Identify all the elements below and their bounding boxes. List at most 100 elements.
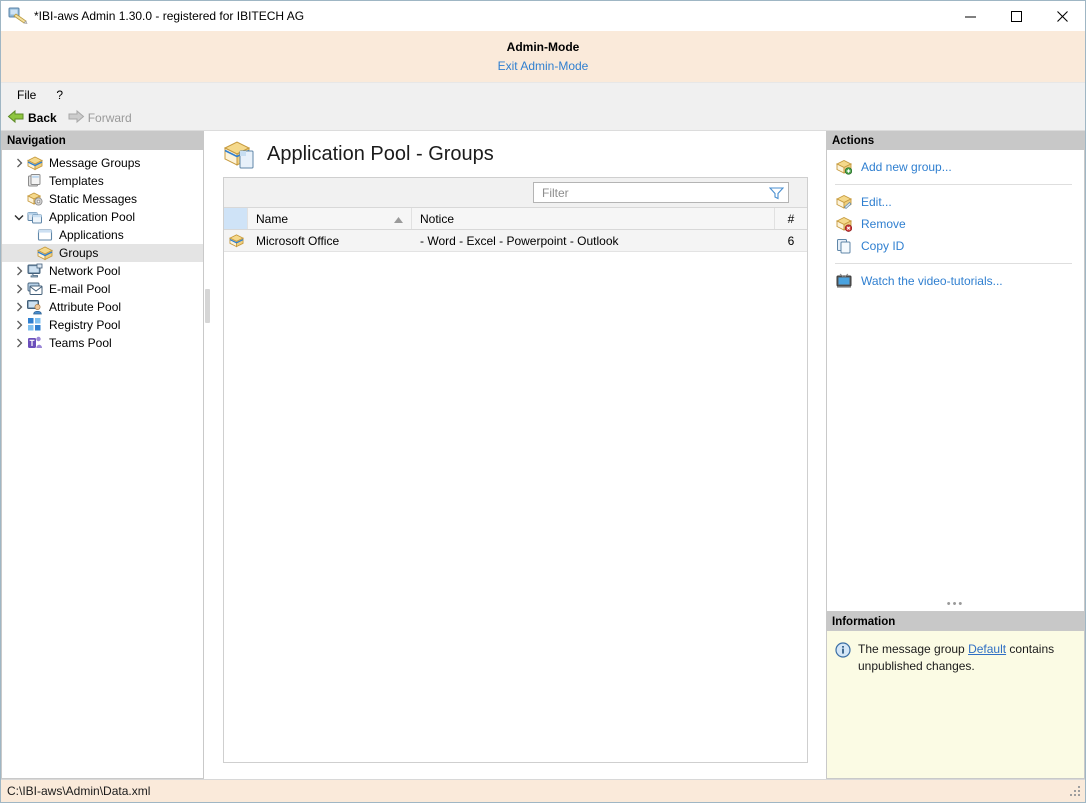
window-title: *IBI-aws Admin 1.30.0 - registered for I… <box>34 9 304 23</box>
back-label: Back <box>28 111 57 125</box>
title-bar: *IBI-aws Admin 1.30.0 - registered for I… <box>1 1 1085 31</box>
package-icon <box>26 155 44 171</box>
package-remove-icon <box>835 216 853 232</box>
row-notice: - Word - Excel - Powerpoint - Outlook <box>412 230 775 251</box>
envelope-icon <box>26 281 44 297</box>
horizontal-splitter[interactable]: ••• <box>827 601 1084 607</box>
sidebar-item-groups[interactable]: Groups <box>2 244 203 262</box>
sidebar-item-label: Templates <box>49 174 104 188</box>
application-window: *IBI-aws Admin 1.30.0 - registered for I… <box>0 0 1086 803</box>
sidebar-item-label: Application Pool <box>49 210 135 224</box>
action-watch-the-video-tutorials[interactable]: Watch the video-tutorials... <box>827 270 1084 292</box>
filter-input[interactable] <box>542 186 769 200</box>
chevron-right-icon <box>12 320 26 330</box>
filter-box[interactable] <box>533 182 789 203</box>
grid-header-notice[interactable]: Notice <box>412 208 775 229</box>
sidebar-item-registry-pool[interactable]: Registry Pool <box>2 316 203 334</box>
sidebar-item-network-pool[interactable]: Network Pool <box>2 262 203 280</box>
action-add-new-group[interactable]: Add new group... <box>827 156 1084 178</box>
resize-grip[interactable] <box>1069 786 1082 799</box>
table-row[interactable]: Microsoft Office- Word - Excel - Powerpo… <box>224 230 807 252</box>
back-button[interactable]: Back <box>7 109 57 127</box>
groups-grid: Name Notice # Microsoft Office- Word - E… <box>223 177 808 763</box>
menu-bar: File ? <box>1 83 1085 106</box>
information-text: The message group Default contains unpub… <box>858 641 1074 675</box>
sidebar-item-label: Teams Pool <box>49 336 112 350</box>
sidebar-item-applications[interactable]: Applications <box>2 226 203 244</box>
menu-item-help[interactable]: ? <box>50 86 71 104</box>
content-panel: Application Pool - Groups <box>211 131 826 779</box>
sidebar-item-label: Groups <box>59 246 98 260</box>
sidebar-item-teams-pool[interactable]: Teams Pool <box>2 334 203 352</box>
chevron-down-icon <box>12 214 26 221</box>
grid-header-count[interactable]: # <box>775 208 807 229</box>
sidebar-item-attribute-pool[interactable]: Attribute Pool <box>2 298 203 316</box>
default-group-link[interactable]: Default <box>968 642 1006 656</box>
package-document-icon <box>223 138 257 170</box>
sidebar-item-label: Applications <box>59 228 124 242</box>
sidebar-item-label: Attribute Pool <box>49 300 121 314</box>
splitter-grip[interactable] <box>205 289 210 323</box>
chevron-right-icon <box>12 158 26 168</box>
sidebar-item-message-groups[interactable]: Message Groups <box>2 154 203 172</box>
information-text-before: The message group <box>858 642 968 656</box>
actions-list: Add new group... Edit... Remove Copy ID <box>826 150 1085 612</box>
window-icon <box>36 227 54 243</box>
grid-header-select[interactable] <box>224 208 248 229</box>
sidebar-item-e-mail-pool[interactable]: E-mail Pool <box>2 280 203 298</box>
information-header: Information <box>826 612 1085 631</box>
action-separator <box>835 263 1072 264</box>
templates-icon <box>26 173 44 189</box>
actions-header: Actions <box>826 131 1085 150</box>
television-icon <box>835 273 853 289</box>
admin-mode-banner: Admin-Mode Exit Admin-Mode <box>1 31 1085 83</box>
side-panel: Actions Add new group... Edit... <box>826 131 1085 779</box>
navigation-tree[interactable]: Message Groups Templates Static Messages <box>1 150 204 779</box>
forward-button[interactable]: Forward <box>67 109 132 127</box>
sidebar-item-label: E-mail Pool <box>49 282 110 296</box>
monitor-icon <box>26 263 44 279</box>
maximize-button[interactable] <box>993 1 1039 31</box>
row-count: 6 <box>775 230 807 251</box>
sidebar-item-label: Message Groups <box>49 156 140 170</box>
action-label: Copy ID <box>861 239 904 253</box>
user-monitor-icon <box>26 299 44 315</box>
menu-item-file[interactable]: File <box>11 86 44 104</box>
exit-admin-mode-link[interactable]: Exit Admin-Mode <box>498 59 589 74</box>
action-label: Watch the video-tutorials... <box>861 274 1003 288</box>
action-remove[interactable]: Remove <box>827 213 1084 235</box>
action-label: Edit... <box>861 195 892 209</box>
navigation-header: Navigation <box>1 131 204 150</box>
chevron-right-icon <box>12 284 26 294</box>
package-add-icon <box>835 159 853 175</box>
action-copy-id[interactable]: Copy ID <box>827 235 1084 257</box>
action-separator <box>835 184 1072 185</box>
grid-empty-area <box>224 252 807 762</box>
grid-header-name[interactable]: Name <box>248 208 412 229</box>
sidebar-item-static-messages[interactable]: Static Messages <box>2 190 203 208</box>
status-bar: C:\IBI-aws\Admin\Data.xml <box>1 779 1085 802</box>
sort-ascending-icon <box>394 212 403 226</box>
funnel-icon[interactable] <box>769 186 784 200</box>
status-bar-path: C:\IBI-aws\Admin\Data.xml <box>7 784 150 798</box>
chevron-right-icon <box>12 338 26 348</box>
package-edit-icon <box>835 194 853 210</box>
minimize-button[interactable] <box>947 1 993 31</box>
navigation-toolbar: Back Forward <box>1 106 1085 131</box>
forward-arrow-icon <box>67 109 85 127</box>
sidebar-item-application-pool[interactable]: Application Pool <box>2 208 203 226</box>
information-panel: The message group Default contains unpub… <box>826 631 1085 779</box>
info-icon <box>835 642 851 658</box>
sidebar-item-templates[interactable]: Templates <box>2 172 203 190</box>
filter-bar <box>224 178 807 208</box>
action-label: Add new group... <box>861 160 952 174</box>
sidebar-item-label: Network Pool <box>49 264 120 278</box>
windows-icon <box>26 209 44 225</box>
grid-icon <box>26 317 44 333</box>
page-title-row: Application Pool - Groups <box>211 131 826 177</box>
close-button[interactable] <box>1039 1 1085 31</box>
grid-body: Microsoft Office- Word - Excel - Powerpo… <box>224 230 807 252</box>
action-edit[interactable]: Edit... <box>827 191 1084 213</box>
grid-header-row: Name Notice # <box>224 208 807 230</box>
vertical-splitter[interactable] <box>205 131 211 779</box>
